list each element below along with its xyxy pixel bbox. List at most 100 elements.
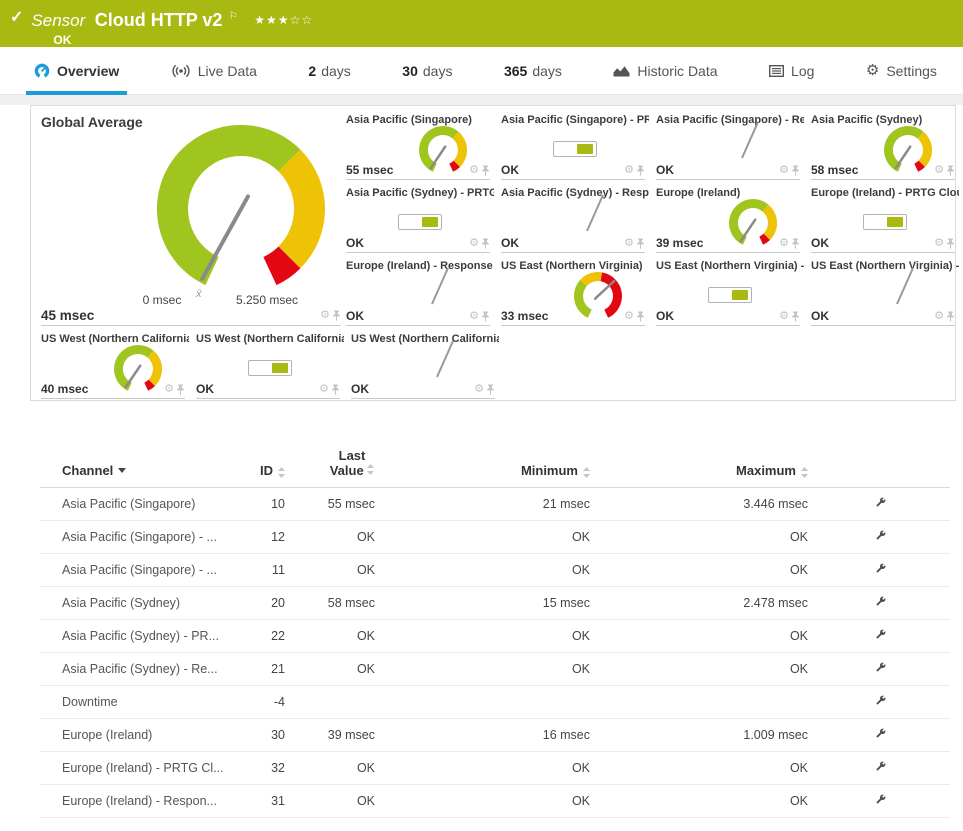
maximum-cell: OK [789, 563, 808, 577]
gear-icon[interactable]: ⚙ [934, 164, 944, 176]
gear-icon[interactable]: ⚙ [469, 164, 479, 176]
channel-tile[interactable]: Asia Pacific (Singapore) - Res... OK ⚙ [656, 114, 804, 180]
channel-tile[interactable]: Asia Pacific (Sydney) - PRTG ... OK ⚙ [346, 187, 494, 253]
tab-settings[interactable]: ⚙ Settings [866, 47, 937, 94]
channel-settings-icon[interactable] [874, 727, 887, 740]
global-average-tile[interactable]: x̄ Global Average 0 msec 5.250 msec 45 m… [41, 114, 341, 326]
gear-icon[interactable]: ⚙ [319, 383, 329, 395]
pin-icon[interactable] [636, 165, 645, 176]
gear-icon[interactable]: ⚙ [779, 164, 789, 176]
table-row[interactable]: Europe (Ireland) - Respon... 31 OK OK OK [40, 785, 950, 818]
pin-icon[interactable] [636, 238, 645, 249]
table-row[interactable]: Asia Pacific (Singapore) 10 55 msec 21 msec… [40, 488, 950, 521]
column-header-channel[interactable]: Channel [40, 463, 240, 478]
tab-days[interactable]: 365 days [504, 47, 562, 94]
table-row[interactable]: Asia Pacific (Sydney) - PR... 22 OK OK OK [40, 620, 950, 653]
gear-icon[interactable]: ⚙ [779, 237, 789, 249]
channel-settings-icon[interactable] [874, 793, 887, 806]
last-value-cell: 39 msec [327, 728, 375, 742]
last-value-cell: OK [356, 662, 375, 676]
channel-tile[interactable]: US West (Northern California)... OK ⚙ [196, 333, 344, 399]
minimum-cell: OK [571, 761, 590, 775]
tab-days[interactable]: 2 days [308, 47, 350, 94]
tab-historic-data[interactable]: Historic Data [613, 47, 718, 94]
channel-tile[interactable]: US West (Northern California)... OK ⚙ [351, 333, 499, 399]
channel-tile[interactable]: US East (Northern Virginia) 33 msec ⚙ [501, 260, 649, 326]
gear-icon[interactable]: ⚙ [469, 310, 479, 322]
pin-icon[interactable] [481, 238, 490, 249]
tab-live-data[interactable]: Live Data [171, 47, 257, 94]
gear-icon[interactable]: ⚙ [624, 164, 634, 176]
pin-icon[interactable] [486, 384, 495, 395]
channel-tile[interactable]: Europe (Ireland) 39 msec ⚙ [656, 187, 804, 253]
pin-icon[interactable] [481, 165, 490, 176]
channel-tile[interactable]: Asia Pacific (Sydney) - Respo... OK ⚙ [501, 187, 649, 253]
channel-settings-icon[interactable] [874, 628, 887, 641]
last-value-cell: 58 msec [327, 596, 375, 610]
table-row[interactable]: Downtime -4 [40, 686, 950, 719]
pin-icon[interactable] [791, 238, 800, 249]
channel-tile[interactable]: Europe (Ireland) - PRTG Cloud... OK ⚙ [811, 187, 959, 253]
column-header-minimum[interactable]: Minimum [375, 463, 590, 478]
pin-icon[interactable] [791, 311, 800, 322]
gear-icon[interactable]: ⚙ [624, 310, 634, 322]
pin-icon[interactable] [791, 165, 800, 176]
channel-tile[interactable]: US East (Northern Virginia) - ... OK ⚙ [811, 260, 959, 326]
channel-tile-value: OK [346, 309, 364, 323]
column-header-id[interactable]: ID [240, 463, 285, 478]
pin-icon[interactable] [176, 384, 185, 395]
tab-log[interactable]: Log [769, 47, 814, 94]
channel-tile-value: OK [346, 236, 364, 250]
channel-tile[interactable]: Asia Pacific (Sydney) 58 msec ⚙ [811, 114, 959, 180]
channel-settings-icon[interactable] [874, 529, 887, 542]
channel-tile[interactable]: Asia Pacific (Singapore) 55 msec ⚙ [346, 114, 494, 180]
channel-settings-icon[interactable] [874, 661, 887, 674]
sensor-status: OK [53, 33, 72, 47]
channel-tile[interactable]: US East (Northern Virginia) - ... OK ⚙ [656, 260, 804, 326]
pin-icon[interactable] [481, 311, 490, 322]
table-row[interactable]: Asia Pacific (Sydney) - Re... 21 OK OK OK [40, 653, 950, 686]
channel-settings-icon[interactable] [874, 496, 887, 509]
pin-icon[interactable] [331, 384, 340, 395]
channel-tile-value: OK [501, 163, 519, 177]
gear-icon[interactable]: ⚙ [624, 237, 634, 249]
channel-id-cell: 31 [271, 794, 285, 808]
gear-icon[interactable]: ⚙ [934, 237, 944, 249]
tab-overview[interactable]: Overview [25, 47, 128, 95]
gear-icon[interactable]: ⚙ [164, 383, 174, 395]
table-row[interactable]: Asia Pacific (Singapore) - ... 11 OK OK OK [40, 554, 950, 587]
gear-icon[interactable]: ⚙ [474, 383, 484, 395]
pin-icon[interactable] [636, 311, 645, 322]
flag-icon[interactable]: ⚐ [229, 11, 238, 22]
pin-icon[interactable] [332, 310, 341, 321]
channel-needle-indicator [896, 267, 914, 305]
table-row[interactable]: Asia Pacific (Singapore) - ... 12 OK OK OK [40, 521, 950, 554]
pin-icon[interactable] [946, 238, 955, 249]
gear-icon[interactable]: ⚙ [320, 309, 330, 321]
priority-stars[interactable]: ★★★☆☆ [254, 13, 313, 27]
gear-icon[interactable]: ⚙ [934, 310, 944, 322]
channel-settings-icon[interactable] [874, 562, 887, 575]
tab-days[interactable]: 30 days [402, 47, 452, 94]
channel-settings-icon[interactable] [874, 694, 887, 707]
channel-tile-title: US East (Northern Virginia) - ... [656, 260, 804, 272]
pin-icon[interactable] [946, 165, 955, 176]
gear-icon[interactable]: ⚙ [779, 310, 789, 322]
column-header-last-value[interactable]: Last Value [285, 448, 375, 478]
table-row[interactable]: Europe (Ireland) 30 39 msec 16 msec 1.009 ms… [40, 719, 950, 752]
channel-name-cell: Asia Pacific (Sydney) - Re... [62, 662, 218, 676]
table-row[interactable]: Europe (Ireland) - PRTG Cl... 32 OK OK OK [40, 752, 950, 785]
table-row[interactable]: Asia Pacific (Sydney) 20 58 msec 15 msec 2.4… [40, 587, 950, 620]
channel-table: Channel ID Last Value Minimum Maximum Asia … [40, 448, 950, 818]
pin-icon[interactable] [946, 311, 955, 322]
column-header-maximum[interactable]: Maximum [590, 463, 808, 478]
tab-label: Log [791, 62, 815, 79]
channel-tile-title: Asia Pacific (Singapore) - Res... [656, 114, 804, 126]
channel-settings-icon[interactable] [874, 760, 887, 773]
channel-tile[interactable]: US West (Northern California) 40 msec ⚙ [41, 333, 189, 399]
channel-tile[interactable]: Europe (Ireland) - Response C... OK ⚙ [346, 260, 494, 326]
channel-settings-icon[interactable] [874, 595, 887, 608]
channel-tile-value: OK [656, 309, 674, 323]
channel-tile[interactable]: Asia Pacific (Singapore) - PR... OK ⚙ [501, 114, 649, 180]
gear-icon[interactable]: ⚙ [469, 237, 479, 249]
